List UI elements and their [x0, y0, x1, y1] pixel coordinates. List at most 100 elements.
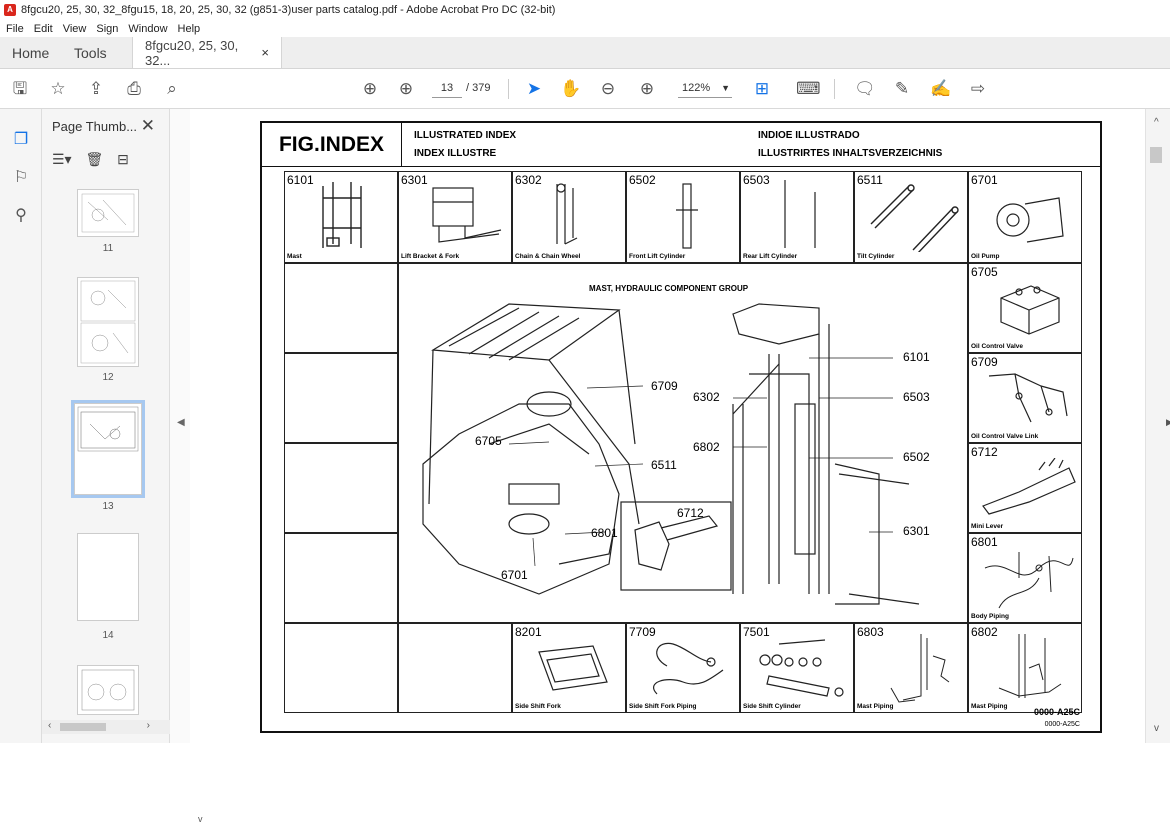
scroll-up-icon[interactable]: ^ [1154, 117, 1159, 128]
menu-window[interactable]: Window [128, 23, 167, 35]
tab-document[interactable]: 8fgcu20, 25, 30, 32... × [132, 37, 282, 68]
menu-edit[interactable]: Edit [34, 23, 53, 35]
cell-number: 6302 [515, 173, 542, 187]
cell-number: 6101 [287, 173, 314, 187]
page-thumbnail-11[interactable] [77, 189, 139, 237]
scroll-down-icon[interactable]: v [198, 814, 203, 824]
thumbnail-options-icon[interactable]: ☰▾ [52, 151, 72, 167]
document-scrollbar[interactable]: ^ ▶ v [1145, 109, 1170, 743]
print-icon[interactable]: ⎙ [124, 79, 144, 99]
attachments-paperclip-icon[interactable]: ⚲ [11, 205, 31, 225]
thumbnail-horizontal-scrollbar[interactable]: ‹ › [42, 720, 170, 734]
callout-6801: 6801 [591, 526, 618, 540]
cell-caption: Front Lift Cylinder [629, 253, 686, 260]
body-piping-icon [984, 552, 1074, 609]
index-cell-6503: 6503 Rear Lift Cylinder [740, 171, 854, 263]
callout-6712: 6712 [677, 506, 704, 520]
page-layout-icon[interactable]: ⊞ [752, 79, 772, 99]
horizontal-scroll-thumb[interactable] [60, 723, 106, 731]
toolbar-divider [834, 79, 835, 99]
callout-6511: 6511 [651, 458, 677, 472]
index-cell-6802: 6802 Mast Piping [968, 623, 1082, 713]
collapse-left-icon[interactable]: ◀ [177, 417, 185, 428]
window-titlebar: A 8fgcu20, 25, 30, 32_8fgu15, 18, 20, 25… [0, 0, 1170, 20]
cell-caption: Oil Control Valve Link [971, 433, 1039, 440]
cell-number: 6801 [971, 535, 998, 549]
bookmarks-icon[interactable]: ⚐ [11, 167, 31, 187]
upload-cloud-icon[interactable]: ⇪ [86, 79, 106, 99]
select-cursor-icon[interactable]: ➤ [524, 79, 544, 99]
cell-caption: Tilt Cylinder [857, 253, 895, 260]
side-shift-cylinder-icon [759, 639, 844, 697]
mast-piping-icon [890, 634, 950, 703]
pdf-page: FIG.INDEX ILLUSTRATED INDEX INDEX ILLUST… [260, 121, 1102, 733]
hand-tool-icon[interactable]: ✋ [560, 79, 581, 99]
lift-bracket-fork-icon [432, 187, 502, 243]
cell-caption: Oil Pump [971, 253, 1000, 260]
page-thumbnails-icon[interactable]: ❐ [11, 129, 31, 149]
scroll-right-icon[interactable]: › [147, 720, 150, 731]
scroll-left-icon[interactable]: ‹ [48, 720, 51, 731]
tab-home[interactable]: Home [0, 37, 62, 68]
cell-caption: Mini Lever [971, 523, 1004, 530]
cell-number: 6705 [971, 265, 998, 279]
cell-number: 6503 [743, 173, 770, 187]
index-cell-6801: 6801 Body Piping [968, 533, 1082, 623]
zoom-search-icon[interactable]: ⌕ [162, 79, 182, 99]
thumbnail-image [80, 280, 136, 364]
document-scroll-thumb[interactable] [1150, 147, 1162, 163]
expand-right-icon[interactable]: ▶ [1166, 417, 1170, 428]
comment-icon[interactable]: 🗨 [854, 79, 876, 99]
zoom-level-select[interactable]: 122% ▼ [678, 78, 732, 98]
page-number-input[interactable]: 13 [432, 78, 462, 98]
tab-tools[interactable]: Tools [62, 37, 132, 68]
index-cell-7709: 7709 Side Shift Fork Piping [626, 623, 740, 713]
thumbnail-tools: ☰▾ 🗑 ⊟ [52, 151, 139, 168]
menu-file[interactable]: File [6, 23, 24, 35]
cell-caption: Side Shift Fork [515, 703, 561, 710]
callout-6709: 6709 [651, 379, 678, 393]
zoom-out-icon[interactable]: ⊖ [598, 79, 618, 99]
cell-number: 8201 [515, 625, 542, 639]
save-icon[interactable]: 🖫 [10, 79, 30, 99]
callout-6502: 6502 [903, 450, 930, 464]
cell-caption: Body Piping [971, 613, 1009, 620]
zoom-in-icon[interactable]: ⊕ [637, 79, 657, 99]
page-thumbnail-12[interactable] [77, 277, 139, 367]
drawing-code-small: 0000-A25C [1044, 721, 1080, 728]
menu-help[interactable]: Help [178, 23, 201, 35]
callout-6101: 6101 [903, 350, 930, 364]
page-thumbnails-panel: Page Thumb... ✕ ☰▾ 🗑 ⊟ 11 12 13 14 ^ v [42, 109, 207, 824]
panel-collapse-handle[interactable]: ◀ [170, 109, 190, 743]
scroll-down-icon[interactable]: v [1154, 723, 1159, 734]
page-thumbnail-13[interactable] [71, 400, 145, 498]
sign-icon[interactable]: ✍ [930, 79, 951, 99]
page-thumbnail-15[interactable] [77, 665, 139, 715]
previous-page-icon[interactable]: ⊕ [360, 79, 380, 99]
menu-sign[interactable]: Sign [96, 23, 118, 35]
rear-lift-cylinder-icon [784, 180, 816, 248]
callout-6701: 6701 [501, 568, 528, 582]
side-shift-fork-icon [538, 645, 608, 691]
main-toolbar: 🖫 ☆ ⇪ ⎙ ⌕ ⊕ ⊕ 13 / 379 ➤ ✋ ⊖ ⊕ 122% ▼ ⊞ … [0, 69, 1170, 109]
page-thumbnail-14[interactable] [77, 533, 139, 621]
acrobat-icon: A [4, 4, 16, 16]
insert-page-icon[interactable]: ⊟ [117, 151, 129, 167]
bookmark-star-icon[interactable]: ☆ [48, 79, 68, 99]
delete-page-icon[interactable]: 🗑 [85, 151, 103, 167]
callout-6705: 6705 [475, 434, 502, 448]
scroll-mode-icon[interactable]: ⌨ [796, 79, 821, 99]
share-icon[interactable]: ⇨ [968, 79, 988, 99]
highlight-pen-icon[interactable]: ✎ [892, 79, 912, 99]
next-page-icon[interactable]: ⊕ [396, 79, 416, 99]
panel-title: Page Thumb... [52, 119, 138, 134]
callout-6802: 6802 [693, 440, 720, 454]
menu-view[interactable]: View [63, 23, 87, 35]
index-cell-6803: 6803 Mast Piping [854, 623, 968, 713]
close-panel-icon[interactable]: ✕ [141, 116, 155, 136]
thumbnail-image [77, 406, 139, 452]
callout-6302: 6302 [693, 390, 720, 404]
empty-index-cell [398, 623, 512, 713]
close-tab-icon[interactable]: × [261, 45, 269, 60]
index-cell-6302: 6302 Chain & Chain Wheel [512, 171, 626, 263]
